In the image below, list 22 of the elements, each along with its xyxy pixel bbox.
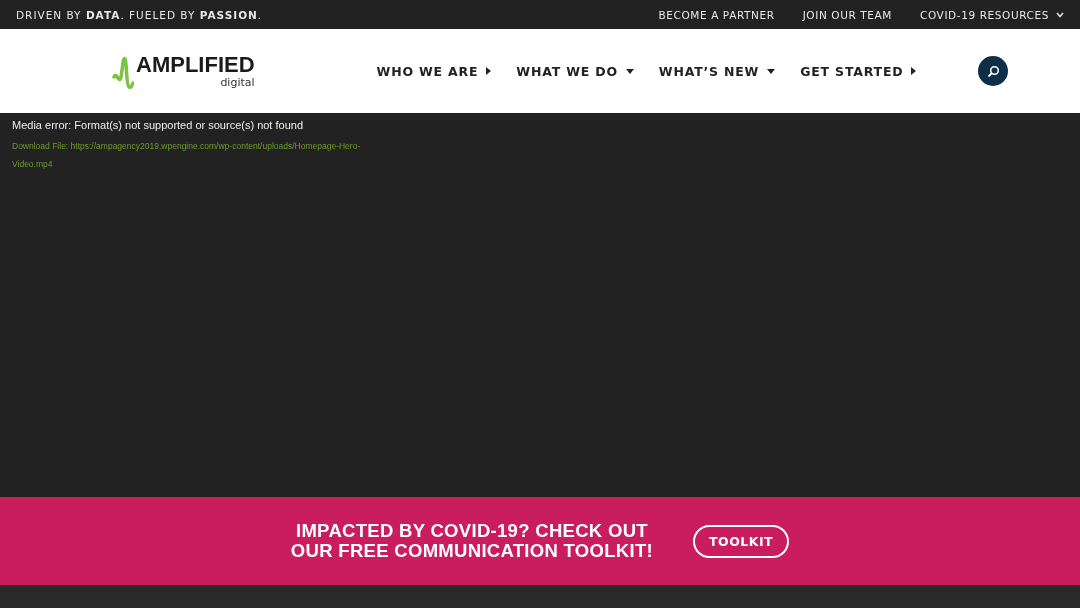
tagline: DRIVEN BY DATA. FUELED BY PASSION. [16,8,263,21]
search-button[interactable] [978,56,1009,86]
nav-link[interactable]: WHO WE ARE [376,63,492,79]
nav-link[interactable]: WHAT’S NEW [658,63,776,79]
download-link[interactable]: Download File: https://ampagency2019.wpengine.com/wp-content/uploads/Homepage-Hero-Video.mp4 [12,137,374,173]
caret-icon [486,67,492,75]
logo-subtitle: digital [220,75,255,89]
toolkit-button[interactable]: TOOLKIT [693,524,790,558]
nav-link[interactable]: WHAT WE DO [516,63,634,79]
caret-icon [911,67,917,75]
top-link[interactable]: JOIN OUR TEAM [802,8,892,21]
top-link[interactable]: BECOME A PARTNER [658,8,775,21]
media-error-message: Media error: Format(s) not supported or source(s) not found [12,119,304,131]
nav-link[interactable]: GET STARTED [800,63,917,79]
caret-icon [625,68,634,74]
top-link[interactable]: COVID-19 RESOURCES [920,8,1064,21]
search-icon [986,64,1000,78]
caret-icon [767,68,776,74]
chevron-icon [1056,11,1064,18]
logo-name: AMPLIFIED [136,53,255,76]
wave-icon [112,54,134,89]
banner-heading: IMPACTED BY COVID-19? CHECK OUT OUR FREE COMMUNICATION TOOLKIT! [290,521,653,561]
